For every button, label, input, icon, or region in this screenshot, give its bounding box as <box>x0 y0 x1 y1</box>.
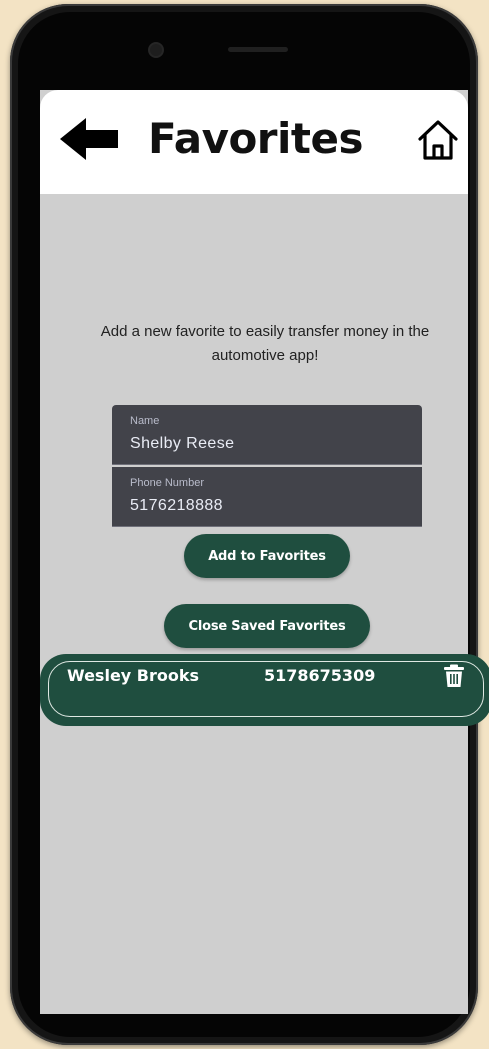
trash-icon[interactable] <box>443 664 465 688</box>
name-field-label: Name <box>130 415 160 427</box>
left-arrow-icon[interactable] <box>60 116 120 162</box>
phone-number-field-value[interactable]: 5176218888 <box>130 497 223 515</box>
front-camera <box>150 44 162 56</box>
add-to-favorites-button[interactable]: Add to Favorites <box>184 534 350 578</box>
earpiece-speaker <box>228 47 288 52</box>
favorite-name: Wesley Brooks <box>67 666 200 685</box>
close-saved-favorites-button[interactable]: Close Saved Favorites <box>164 604 370 648</box>
phone-frame: Favorites Add a new favorite to easily t… <box>10 4 489 1045</box>
phone-number-field-label: Phone Number <box>130 477 204 489</box>
app-header: Favorites <box>40 90 468 194</box>
home-icon[interactable] <box>414 116 462 164</box>
favorite-list-item[interactable]: Wesley Brooks 5178675309 <box>40 654 489 726</box>
phone-number-field[interactable]: Phone Number 5176218888 <box>112 467 422 527</box>
favorite-phone: 5178675309 <box>264 666 376 685</box>
page-title: Favorites <box>148 114 363 163</box>
app-screen: Favorites Add a new favorite to easily t… <box>40 90 489 1014</box>
name-field-value[interactable]: Shelby Reese <box>130 435 234 453</box>
intro-text: Add a new favorite to easily transfer mo… <box>100 323 430 364</box>
name-field[interactable]: Name Shelby Reese <box>112 405 422 465</box>
